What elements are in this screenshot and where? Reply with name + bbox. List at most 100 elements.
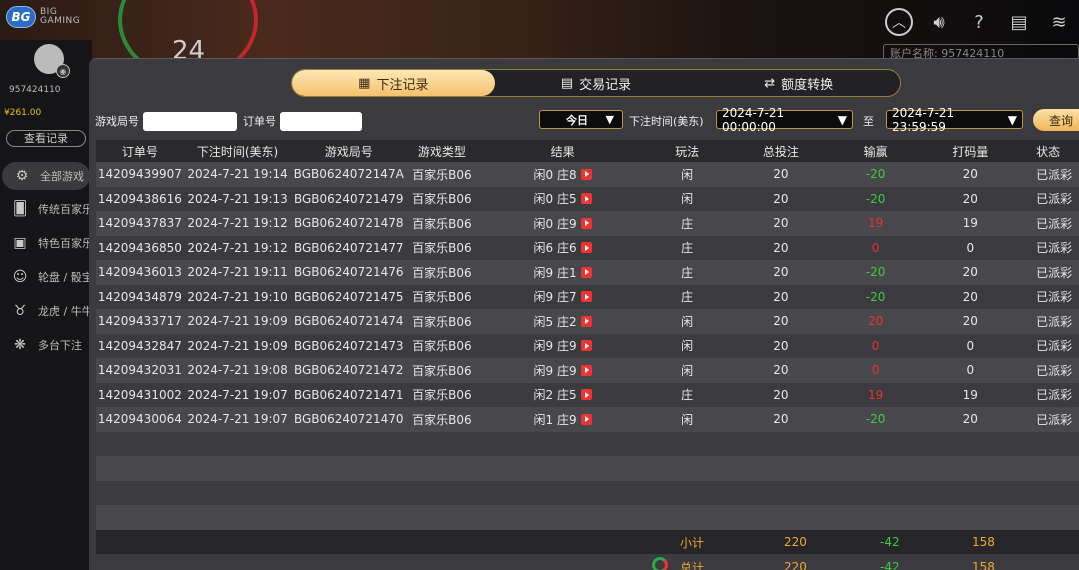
table-row: 14209434879 2024-7-21 19:10 BGB06240721475… xyxy=(96,284,1079,309)
play-video-icon[interactable] xyxy=(580,413,592,425)
order-no-input[interactable] xyxy=(280,111,362,131)
type-value: 百家乐B06 xyxy=(412,290,472,305)
status-value: 已派彩 xyxy=(1036,412,1073,427)
tab-transaction-records[interactable]: ▤ 交易记录 xyxy=(495,70,698,96)
play-value: 闲 xyxy=(681,314,694,329)
view-history-button[interactable]: 查看记录 xyxy=(6,130,86,147)
cell-code: 20 xyxy=(916,290,1024,304)
help-icon[interactable]: ? xyxy=(965,8,993,36)
code-value: 20 xyxy=(962,314,978,329)
tab-bet-records[interactable]: ▦ 下注记录 xyxy=(292,70,495,96)
play-video-icon[interactable] xyxy=(580,340,592,352)
table-row: 14209430064 2024-7-21 19:07 BGB06240721470… xyxy=(96,407,1079,432)
cell-type: 百家乐B06 xyxy=(406,313,478,330)
cell-play: 庄 xyxy=(647,264,727,281)
cell-order: 14209436850 xyxy=(96,241,184,255)
game-no-value: BGB06240721470 xyxy=(293,412,404,427)
play-video-icon[interactable] xyxy=(580,364,592,376)
bet-value: 20 xyxy=(773,289,789,304)
sidebar-item-label: 特色百家乐 xyxy=(38,237,92,250)
cell-order: 14209434879 xyxy=(96,290,184,304)
type-value: 百家乐B06 xyxy=(412,388,472,403)
play-video-icon[interactable] xyxy=(580,315,592,327)
order-value: 14209432031 xyxy=(97,363,182,378)
column-header: 状态 xyxy=(1036,144,1061,159)
subtotal-row: 小计 220 -42 158 xyxy=(96,530,1079,554)
cell-play: 闲 xyxy=(647,190,727,207)
start-datetime-select[interactable]: 2024-7-21 00:00:00 ▼ xyxy=(716,106,853,134)
sidebar-item-special-baccarat[interactable]: ▣ 特色百家乐 xyxy=(0,229,92,257)
table-row: 14209436013 2024-7-21 19:11 BGB06240721476… xyxy=(96,260,1079,285)
wifi-icon[interactable]: ≋ xyxy=(1045,8,1073,36)
brand-logo: BG BIG GAMING xyxy=(6,6,80,28)
play-video-icon[interactable] xyxy=(580,217,592,229)
sidebar-item-all-games[interactable]: ⚙ 全部游戏 xyxy=(2,162,90,190)
sidebar-item-baccarat[interactable]: 🂠 传统百家乐 xyxy=(0,195,92,223)
date-range-select[interactable]: 今日 ▼ xyxy=(539,110,623,129)
query-button[interactable]: 查询 xyxy=(1033,109,1079,131)
status-value: 已派彩 xyxy=(1036,363,1073,378)
cell-status: 已派彩 xyxy=(1024,239,1079,256)
bet-value: 20 xyxy=(773,265,789,280)
cell-win: 0 xyxy=(835,241,917,255)
play-video-icon[interactable] xyxy=(580,168,592,180)
play-video-icon[interactable] xyxy=(580,389,592,401)
bet-value: 20 xyxy=(773,191,789,206)
tab-credit-transfer[interactable]: ⇄ 额度转换 xyxy=(697,70,900,96)
end-datetime-select[interactable]: 2024-7-21 23:59:59 ▼ xyxy=(886,106,1023,134)
total-code: 158 xyxy=(972,560,995,570)
transfer-icon: ⇄ xyxy=(764,75,776,91)
play-video-icon[interactable] xyxy=(580,291,592,303)
win-value: -20 xyxy=(865,412,886,427)
cell-play: 闲 xyxy=(647,313,727,330)
table-row: 14209439907 2024-7-21 19:14 BGB0624072147A… xyxy=(96,162,1079,187)
cell-code: 19 xyxy=(916,216,1024,230)
order-value: 14209436850 xyxy=(97,240,182,255)
logo-text: BIG GAMING xyxy=(40,8,80,26)
sidebar-item-multi-table[interactable]: ❋ 多台下注 xyxy=(0,331,92,359)
cell-win: -20 xyxy=(835,167,917,181)
baccarat-icon: 🂠 xyxy=(12,201,28,217)
cell-time: 2024-7-21 19:08 xyxy=(184,363,292,377)
game-no-value: BGB06240721478 xyxy=(293,216,404,231)
level-badge-icon: ◉ xyxy=(56,64,70,78)
cell-win: 19 xyxy=(835,216,917,230)
code-value: 0 xyxy=(966,338,975,353)
cell-status: 已派彩 xyxy=(1024,386,1079,403)
play-video-icon[interactable] xyxy=(580,193,592,205)
cell-type: 百家乐B06 xyxy=(406,239,478,256)
empty-row xyxy=(96,456,1079,481)
special-baccarat-icon: ▣ xyxy=(13,235,27,251)
game-no-input[interactable] xyxy=(143,111,237,131)
cell-win: 19 xyxy=(835,388,917,402)
cell-result: 闲9 庄9 xyxy=(478,362,647,379)
order-value: 14209434879 xyxy=(97,289,182,304)
table-row: 14209432847 2024-7-21 19:09 BGB06240721473… xyxy=(96,333,1079,358)
caret-down-icon: ▼ xyxy=(1007,112,1017,127)
sidebar-item-dragon-tiger[interactable]: ♉ 龙虎 / 牛牛 xyxy=(0,297,92,325)
cell-bet: 20 xyxy=(727,216,835,230)
play-video-icon[interactable] xyxy=(580,242,592,254)
column-header: 总投注 xyxy=(762,144,799,159)
sidebar-item-label: 多台下注 xyxy=(38,339,82,352)
result-value: 闲6 庄6 xyxy=(533,241,577,256)
table-row: 14209438616 2024-7-21 19:13 BGB06240721479… xyxy=(96,186,1079,211)
bet-value: 20 xyxy=(773,363,789,378)
cell-type: 百家乐B06 xyxy=(406,411,478,428)
play-video-icon[interactable] xyxy=(580,266,592,278)
chevron-up-icon[interactable]: ︿ xyxy=(885,8,913,36)
refresh-icon[interactable] xyxy=(652,557,668,570)
bet-value: 20 xyxy=(773,314,789,329)
cell-code: 20 xyxy=(916,167,1024,181)
sidebar-item-roulette[interactable]: ☺ 轮盘 / 骰宝 xyxy=(0,263,92,291)
cell-time: 2024-7-21 19:12 xyxy=(184,241,292,255)
volume-icon[interactable]: 🔊︎ xyxy=(925,8,953,36)
rules-icon[interactable]: ▤ xyxy=(1005,8,1033,36)
subtotal-win: -42 xyxy=(880,535,900,549)
win-value: 19 xyxy=(867,387,884,402)
result-value: 闲9 庄1 xyxy=(533,265,577,280)
cell-play: 闲 xyxy=(647,411,727,428)
cell-status: 已派彩 xyxy=(1024,166,1079,183)
cell-bet: 20 xyxy=(727,290,835,304)
total-row: 总计 220 -42 158 xyxy=(96,555,1079,570)
